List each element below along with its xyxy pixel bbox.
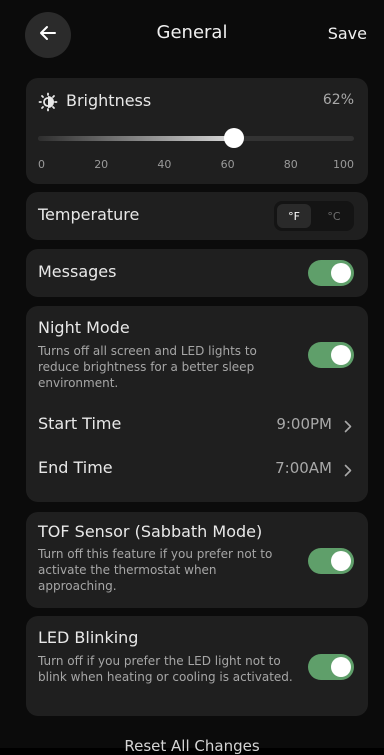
tof-sensor-toggle[interactable]: [308, 548, 354, 574]
night-mode-description: Turns off all screen and LED lights to r…: [38, 344, 257, 390]
temperature-label: Temperature: [38, 205, 140, 224]
led-blinking-toggle[interactable]: [308, 654, 354, 680]
led-blinking-title: LED Blinking: [38, 628, 139, 647]
chevron-right-icon: [344, 418, 352, 437]
start-time-row[interactable]: Start Time 9:00PM: [38, 414, 354, 436]
toggle-knob: [331, 345, 351, 365]
tick-label: 100: [333, 158, 354, 171]
tof-sensor-title: TOF Sensor (Sabbath Mode): [38, 522, 263, 541]
tick-label: 60: [220, 158, 235, 171]
start-time-value: 9:00PM: [276, 415, 332, 433]
messages-label: Messages: [38, 262, 117, 281]
tof-sensor-card: TOF Sensor (Sabbath Mode) Turn off this …: [26, 512, 368, 608]
night-mode-toggle[interactable]: [308, 342, 354, 368]
tick-label: 80: [283, 158, 298, 171]
toggle-knob: [331, 657, 351, 677]
toggle-knob: [331, 263, 351, 283]
brightness-label: Brightness: [66, 91, 152, 110]
header: General Save: [0, 0, 384, 68]
temperature-unit-toggle: °F °C: [274, 201, 354, 231]
tick-label: 40: [157, 158, 172, 171]
brightness-slider-thumb[interactable]: [223, 128, 244, 148]
brightness-card: Brightness 62% 0 20 40 60 80 100: [26, 78, 368, 184]
settings-screen: General Save Brightness 62% 0 20 40 60 8…: [0, 0, 384, 755]
temperature-card: Temperature °F °C: [26, 192, 368, 240]
messages-card: Messages: [26, 249, 368, 297]
fahrenheit-option[interactable]: °F: [277, 204, 311, 228]
page-title: General: [156, 22, 228, 43]
brightness-value: 62%: [322, 92, 354, 108]
tick-label: 0: [38, 158, 45, 171]
save-button[interactable]: Save: [328, 24, 367, 43]
night-mode-card: Night Mode Turns off all screen and LED …: [26, 306, 368, 502]
brightness-slider[interactable]: [38, 128, 354, 148]
reset-all-changes-button[interactable]: Reset All Changes: [0, 737, 384, 755]
brightness-slider-fill: [38, 136, 234, 141]
led-blinking-description: Turn off if you prefer the LED light not…: [38, 654, 293, 684]
toggle-knob: [331, 551, 351, 571]
brightness-tick-labels: 0 20 40 60 80 100: [38, 158, 354, 172]
end-time-row[interactable]: End Time 7:00AM: [38, 458, 354, 480]
chevron-right-icon: [344, 462, 352, 481]
sun-icon: [38, 92, 58, 116]
start-time-label: Start Time: [38, 414, 122, 433]
celsius-option[interactable]: °C: [317, 204, 351, 228]
messages-toggle[interactable]: [308, 260, 354, 286]
end-time-value: 7:00AM: [275, 459, 332, 477]
end-time-label: End Time: [38, 458, 113, 477]
tof-sensor-description: Turn off this feature if you prefer not …: [38, 547, 273, 593]
tick-label: 20: [94, 158, 109, 171]
led-blinking-card: LED Blinking Turn off if you prefer the …: [26, 616, 368, 716]
night-mode-title: Night Mode: [38, 318, 130, 337]
